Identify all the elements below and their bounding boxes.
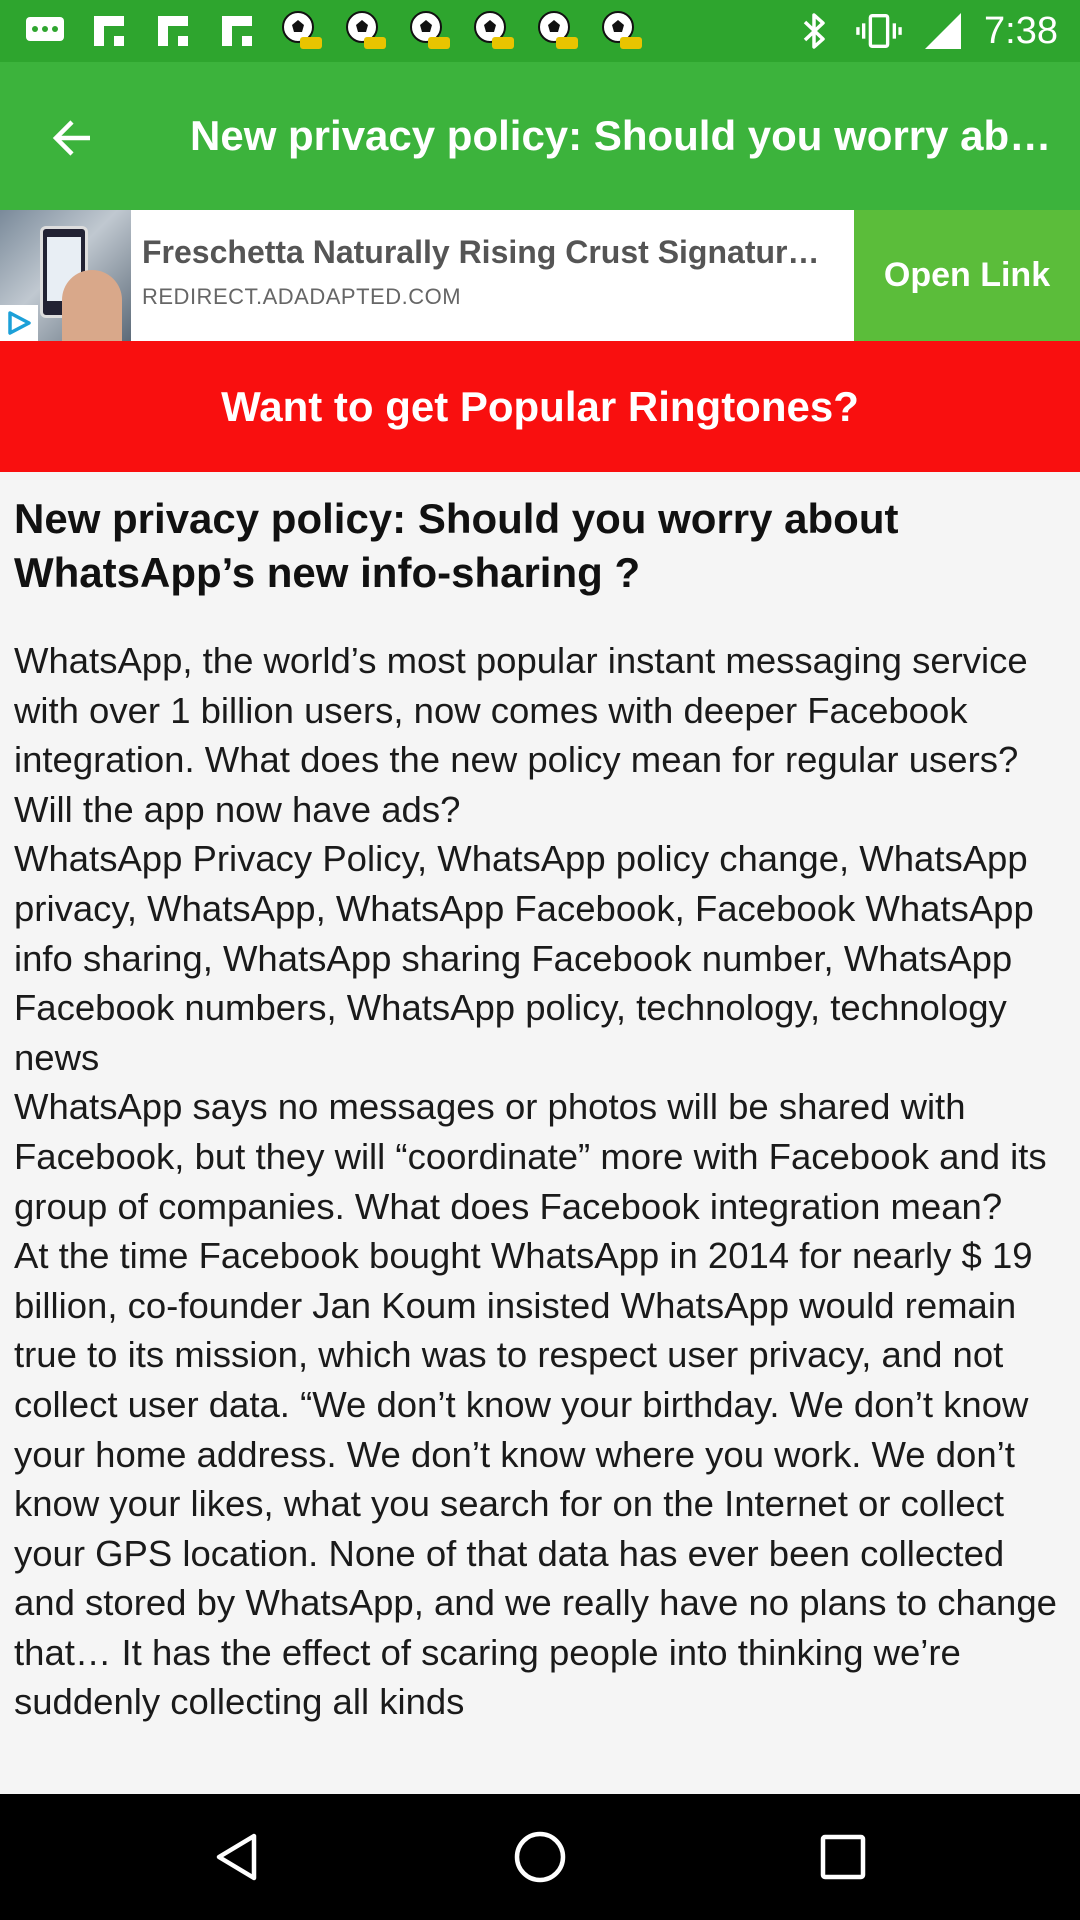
arrow-back-icon <box>52 120 90 156</box>
nav-recents-button[interactable] <box>808 1822 878 1892</box>
flipboard-icon <box>150 8 196 54</box>
system-nav-bar <box>0 1794 1080 1920</box>
soccer-ball-icon <box>278 8 324 54</box>
nav-back-button[interactable] <box>202 1822 272 1892</box>
soccer-ball-icon <box>534 8 580 54</box>
app-bar: New privacy policy: Should you worry abo… <box>0 62 1080 210</box>
soccer-ball-icon <box>470 8 516 54</box>
nav-home-button[interactable] <box>505 1822 575 1892</box>
ad-image[interactable] <box>0 210 131 341</box>
ad-url: REDIRECT.ADADAPTED.COM <box>142 284 462 309</box>
ad-banner[interactable]: Freschetta Naturally Rising Crust Signat… <box>0 210 1080 341</box>
system-status-icons: 7:38 <box>792 8 1058 54</box>
flipboard-icon <box>214 8 260 54</box>
home-circle-icon <box>514 1831 566 1883</box>
soccer-ball-icon <box>406 8 452 54</box>
flipboard-icon <box>86 8 132 54</box>
clock: 7:38 <box>984 9 1058 52</box>
page-title: New privacy policy: Should you worry abo… <box>190 112 1060 159</box>
signal-icon <box>920 8 966 54</box>
back-triangle-icon <box>216 1833 257 1881</box>
messages-icon <box>22 8 68 54</box>
ringtones-promo-button[interactable]: Want to get Popular Ringtones? <box>0 341 1080 472</box>
soccer-ball-icon <box>598 8 644 54</box>
article-title: New privacy policy: Should you worry abo… <box>14 495 899 596</box>
vibrate-icon <box>856 8 902 54</box>
promo-label: Want to get Popular Ringtones? <box>221 382 859 430</box>
notification-icons <box>22 8 644 54</box>
bluetooth-icon <box>792 8 838 54</box>
back-button[interactable] <box>40 106 104 170</box>
open-link-button[interactable]: Open Link <box>854 210 1080 341</box>
recents-square-icon <box>820 1834 866 1880</box>
soccer-ball-icon <box>342 8 388 54</box>
article-scroll-view[interactable]: New privacy policy: Should you worry abo… <box>0 472 1080 1794</box>
status-bar: 7:38 <box>0 0 1080 62</box>
ad-title[interactable]: Freschetta Naturally Rising Crust Signat… <box>142 234 832 271</box>
ad-choices-icon[interactable] <box>0 305 38 341</box>
article-body: WhatsApp, the world’s most popular insta… <box>14 640 1057 1723</box>
